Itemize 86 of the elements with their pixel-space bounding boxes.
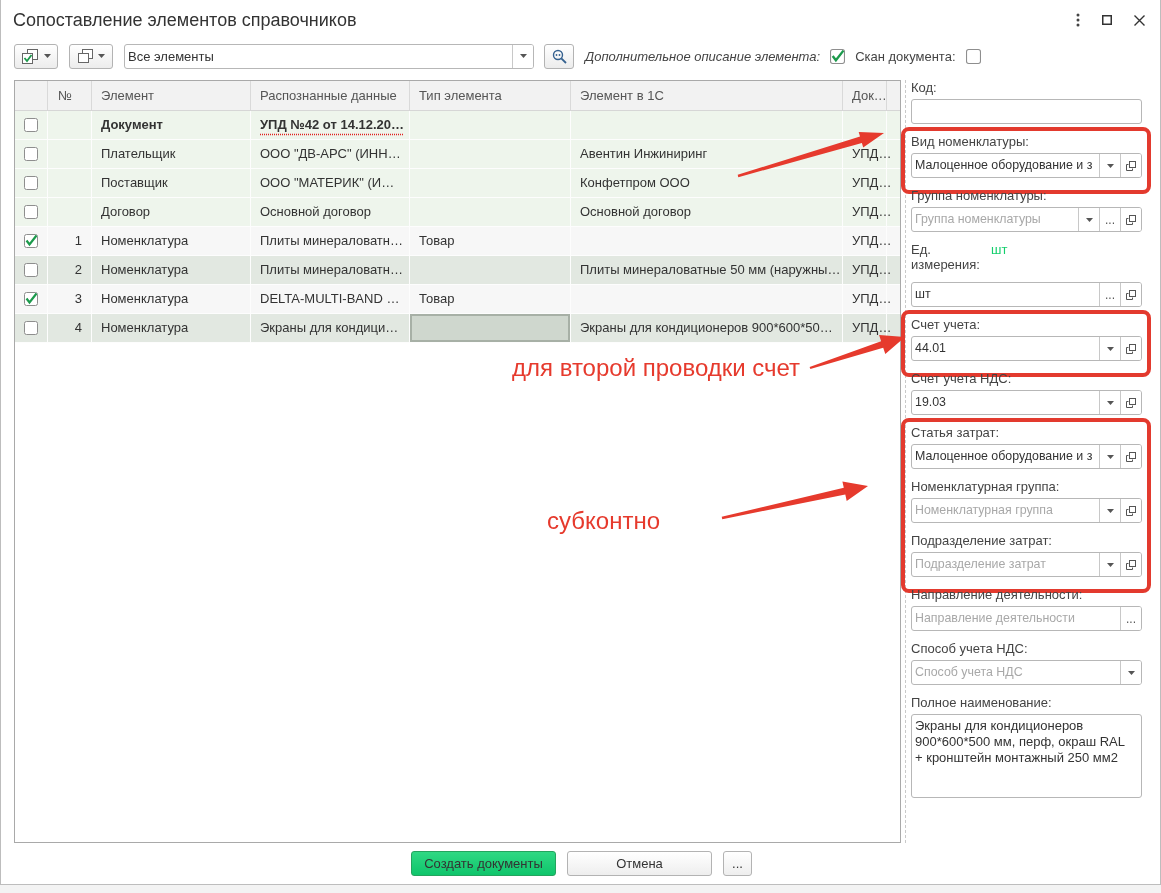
- field-label: Номенклатурная группа:: [911, 479, 1060, 494]
- option-label: Скан документа:: [855, 48, 956, 64]
- combo-field[interactable]: Группа номенклатуры ...: [911, 207, 1142, 232]
- input-field[interactable]: [911, 99, 1142, 124]
- stacked-squares-icon: [1126, 397, 1136, 408]
- open-button[interactable]: [1120, 445, 1141, 468]
- caret-icon: [1085, 217, 1093, 222]
- field-label: Ед. измерения:: [911, 242, 981, 272]
- stacked-squares-icon: [1126, 559, 1136, 570]
- open-button[interactable]: [1120, 553, 1141, 576]
- checkbox[interactable]: [965, 48, 981, 64]
- caret-icon: [1106, 400, 1114, 405]
- caret-icon: [519, 54, 527, 58]
- caret-icon: [1106, 163, 1114, 168]
- choose-button[interactable]: ...: [1120, 607, 1141, 630]
- dropdown-button[interactable]: [512, 44, 533, 68]
- combo-field[interactable]: Малоценное оборудование и з: [911, 444, 1142, 469]
- checkbox[interactable]: [24, 292, 38, 306]
- caret-icon: [1106, 562, 1114, 567]
- stacked-squares-icon: [1126, 505, 1136, 516]
- find-button[interactable]: [544, 43, 574, 69]
- column-header: Элемент: [92, 81, 251, 110]
- more-icon[interactable]: [1076, 13, 1080, 27]
- caret-icon: [1106, 508, 1114, 513]
- stacked-squares-icon: [1126, 160, 1136, 171]
- table-cell: Номенклатура: [92, 314, 251, 343]
- annotation-text: субконтно: [547, 509, 660, 533]
- filter-combo[interactable]: Все элементы: [124, 43, 534, 69]
- stacked-squares-icon: [1126, 289, 1136, 300]
- window-title: Сопоставление элементов справочников: [13, 9, 357, 31]
- combo-field[interactable]: Малоценное оборудование и з: [911, 153, 1142, 178]
- column-header: Тип элемента: [410, 81, 571, 110]
- open-button[interactable]: [1120, 154, 1141, 177]
- open-button[interactable]: [1120, 391, 1141, 414]
- column-header: №: [48, 81, 92, 110]
- caret-icon: [1127, 670, 1135, 675]
- field-label: Подразделение затрат:: [911, 533, 1052, 548]
- column-header: Распознанные данные: [251, 81, 410, 110]
- caret-icon: [97, 54, 105, 58]
- open-button[interactable]: [1120, 337, 1141, 360]
- copy-menu-button[interactable]: [69, 43, 113, 69]
- caret-icon: [43, 54, 51, 58]
- create-button[interactable]: Создать документы: [411, 851, 556, 876]
- input-field[interactable]: Направление деятельности ...: [911, 606, 1142, 631]
- column-header: Док…: [843, 81, 887, 110]
- check-menu-button[interactable]: [14, 43, 58, 69]
- option-label: Дополнительное описание элемента:: [585, 48, 821, 64]
- stacked-squares-icon: [77, 49, 93, 63]
- combo-field[interactable]: 19.03: [911, 390, 1142, 415]
- checklist-icon: [21, 48, 39, 64]
- checkbox[interactable]: [830, 48, 846, 64]
- input-field[interactable]: шт ...: [911, 282, 1142, 307]
- dropdown-button[interactable]: [1120, 661, 1141, 684]
- stacked-squares-icon: [1126, 343, 1136, 354]
- field-label: Счет учета:: [911, 317, 981, 332]
- field-label: Способ учета НДС:: [911, 641, 1028, 656]
- checkbox[interactable]: [24, 205, 38, 219]
- field-label: Код:: [911, 80, 937, 95]
- table-cell: 4: [48, 314, 92, 343]
- open-button[interactable]: [1120, 283, 1141, 306]
- more-button[interactable]: ...: [723, 851, 752, 876]
- field-label: Вид номенклатуры:: [911, 134, 1029, 149]
- field-label: Статья затрат:: [911, 425, 1000, 440]
- open-button[interactable]: [1120, 499, 1141, 522]
- combo-field[interactable]: 44.01: [911, 336, 1142, 361]
- text-area[interactable]: Экраны для кондиционеров 900*600*500 мм, перф, окраш RAL + кронштейн монтажный 250 мм2: [911, 714, 1142, 798]
- checkbox[interactable]: [24, 321, 38, 335]
- column-header: Элемент в 1С: [571, 81, 843, 110]
- open-button[interactable]: [1120, 208, 1141, 231]
- caret-icon: [1106, 346, 1114, 351]
- stacked-squares-icon: [1126, 214, 1136, 225]
- unit-hint: шт: [991, 242, 1008, 257]
- maximize-icon[interactable]: [1102, 15, 1112, 25]
- checkbox[interactable]: [24, 147, 38, 161]
- stacked-squares-icon: [1126, 451, 1136, 462]
- checkbox[interactable]: [24, 234, 38, 248]
- search-icon: [551, 48, 567, 64]
- cancel-button[interactable]: Отмена: [567, 851, 712, 876]
- close-icon[interactable]: [1134, 14, 1145, 26]
- checkbox[interactable]: [24, 263, 38, 277]
- caret-icon: [1106, 454, 1114, 459]
- table-cell: Экраны для кондиционеров 900*600*50…: [571, 314, 843, 343]
- checkbox[interactable]: [24, 118, 38, 132]
- checkbox[interactable]: [24, 176, 38, 190]
- field-label: Полное наименование:: [911, 695, 1052, 710]
- annotation-text: для второй проводки счет: [512, 356, 801, 380]
